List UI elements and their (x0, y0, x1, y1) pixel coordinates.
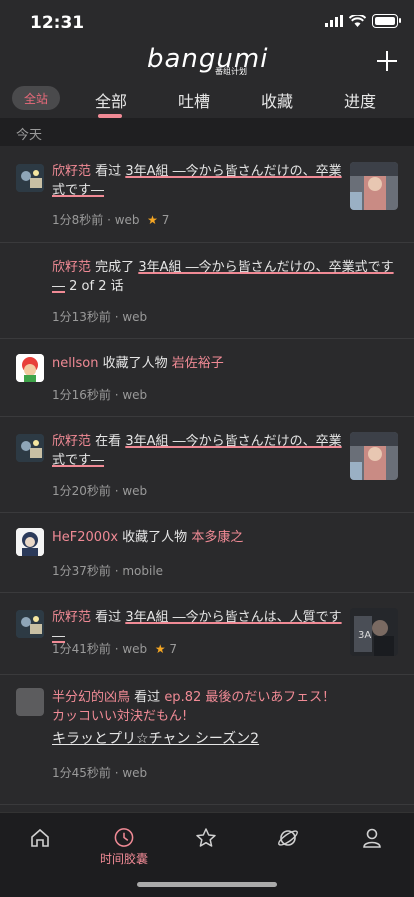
feed-item: 半分幻的凶鳥 看过 ep.82 最後のだいあフェス！ カッコいい対決だもん! キ… (0, 674, 414, 805)
tab-all[interactable]: 全部 (95, 88, 127, 112)
feed-item-text: 欣籽范 在看 3年A組 ―今から皆さんだけの、卒業式です― (52, 432, 342, 470)
person-link[interactable]: 岩佐裕子 (172, 356, 224, 371)
feed-item: 欣籽范 看过 3年A組 ―今から皆さんだけの、卒業式です― 1分8秒前 · we… (0, 146, 414, 243)
user-link[interactable]: 欣籽范 (52, 260, 91, 275)
user-avatar[interactable] (16, 434, 44, 462)
status-icons (325, 14, 401, 28)
action-text: 看过 (95, 610, 122, 625)
person-link[interactable]: 本多康之 (191, 530, 243, 545)
feed-item-extra: キラッとプリ☆チャン シーズン2 (52, 730, 352, 749)
feed-item-text: 欣籽范 看过 3年A組 ―今から皆さんだけの、卒業式です― (52, 162, 342, 200)
home-icon (31, 828, 49, 847)
feed-item-meta: 1分16秒前 · web (52, 386, 147, 403)
star-icon: ★ (147, 213, 158, 227)
feed-item-meta: 1分37秒前 · mobile (52, 562, 163, 579)
app-logo: bangumi (147, 44, 269, 74)
time-source: 1分13秒前 · web (52, 310, 148, 324)
user-avatar[interactable] (16, 528, 44, 556)
star-icon: ★ (154, 642, 166, 656)
star-outline-icon (196, 828, 216, 847)
user-avatar[interactable] (16, 164, 44, 192)
tab-bar: 全站 全部 吐槽 收藏 进度 (0, 82, 414, 118)
user-avatar[interactable] (16, 610, 44, 638)
nav-discover[interactable] (258, 827, 318, 867)
feed-item: 欣籽范 完成了 3年A組 ―今から皆さんだけの、卒業式です― 2 of 2 话 … (0, 242, 414, 339)
action-text: 收藏了人物 (122, 530, 188, 545)
subject-thumbnail[interactable] (350, 162, 398, 210)
nav-timeline[interactable]: 时间胶囊 (94, 827, 154, 867)
subject-thumbnail[interactable] (350, 432, 398, 480)
status-bar: 12:31 (0, 0, 414, 44)
action-text: 完成了 (95, 260, 135, 275)
user-link[interactable]: nellson (52, 356, 98, 371)
feed-item: nellson 收藏了人物 岩佐裕子 1分16秒前 · web (0, 338, 414, 417)
section-header: 今天 (0, 118, 414, 146)
nav-profile[interactable] (342, 827, 402, 867)
user-link[interactable]: 欣籽范 (52, 434, 91, 449)
user-link[interactable]: HeF2000x (52, 530, 118, 545)
action-text: 看过 (134, 690, 161, 705)
feed-item-meta: 1分13秒前 · web (52, 308, 147, 325)
feed-item-meta: 1分45秒前 · web (52, 764, 147, 781)
series-link[interactable]: キラッとプリ☆チャン シーズン2 (52, 731, 259, 747)
nav-favorites[interactable] (176, 827, 236, 867)
user-icon (363, 828, 381, 848)
user-link[interactable]: 半分幻的凶鳥 (52, 690, 130, 705)
action-text: 在看 (95, 434, 122, 449)
nav-timeline-label: 时间胶囊 (99, 852, 148, 866)
time-source: 1分45秒前 · web (52, 766, 148, 780)
time-source: 1分41秒前 · web (52, 642, 148, 656)
rating-value: 7 (161, 213, 170, 227)
wifi-icon (349, 15, 366, 27)
user-link[interactable]: 欣籽范 (52, 610, 91, 625)
svg-text:3A: 3A (358, 630, 371, 641)
avatar-image-icon (16, 528, 44, 556)
clock-icon (114, 828, 134, 847)
time-source: 1分20秒前 · web (52, 484, 148, 498)
feed-item-meta: 1分8秒前 · web ★ 7 (52, 211, 169, 228)
subject-thumbnail[interactable]: 3A (350, 608, 398, 656)
rating-value: 7 (169, 642, 178, 656)
app-logo-subtitle: 番组计划 (215, 67, 247, 76)
feed-item-text: 半分幻的凶鳥 看过 ep.82 最後のだいあフェス！ カッコいい対決だもん! (52, 688, 342, 726)
user-avatar[interactable] (16, 354, 44, 382)
feed-item: 欣籽范 看过 3年A組 ―今から皆さんは、人質です― 1分41秒前 · web … (0, 592, 414, 675)
nav-home[interactable] (10, 827, 70, 867)
add-icon[interactable] (374, 48, 400, 74)
action-text: 收藏了人物 (102, 356, 168, 371)
feed-item-meta: 1分41秒前 · web ★ 7 (52, 640, 177, 657)
feed-item-text: nellson 收藏了人物 岩佐裕子 (52, 354, 392, 373)
avatar-image-icon (16, 610, 44, 638)
app-header: bangumi 番组计划 (0, 44, 414, 80)
avatar-image-icon (16, 434, 44, 462)
tab-collections[interactable]: 收藏 (261, 88, 293, 112)
section-title: 今天 (16, 128, 43, 143)
feed-item: 欣籽范 在看 3年A組 ―今から皆さんだけの、卒業式です― 1分20秒前 · w… (0, 416, 414, 513)
tab-progress[interactable]: 进度 (344, 88, 376, 112)
time-source: 1分16秒前 · web (52, 388, 148, 402)
time-source: 1分37秒前 · mobile (52, 564, 164, 578)
episode-progress: 2 of 2 话 (69, 279, 124, 294)
user-avatar[interactable] (16, 688, 44, 716)
feed-item-text: HeF2000x 收藏了人物 本多康之 (52, 528, 392, 547)
action-text: 看过 (95, 164, 122, 179)
time-source: 1分8秒前 · web (52, 213, 140, 227)
avatar-image-icon (16, 164, 44, 192)
battery-icon (372, 14, 401, 28)
feed-item-text: 欣籽范 完成了 3年A組 ―今から皆さんだけの、卒業式です― 2 of 2 话 (52, 258, 402, 296)
avatar-image-icon (16, 354, 44, 382)
status-time: 12:31 (30, 13, 85, 33)
scope-pill-all-site[interactable]: 全站 (12, 86, 60, 110)
feed-item-meta: 1分20秒前 · web (52, 482, 147, 499)
planet-icon (278, 830, 298, 846)
feed-item: HeF2000x 收藏了人物 本多康之 1分37秒前 · mobile (0, 512, 414, 593)
home-indicator (137, 882, 277, 887)
tab-comments[interactable]: 吐槽 (178, 88, 210, 112)
user-link[interactable]: 欣籽范 (52, 164, 91, 179)
signal-icon (325, 15, 343, 27)
